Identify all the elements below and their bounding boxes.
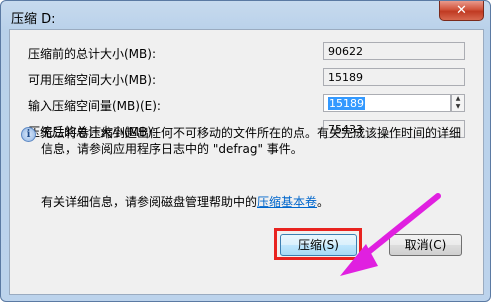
total-size-before-label: 压缩前的总计大小(MB):: [28, 47, 156, 61]
help-link-shrink-basic-volume[interactable]: 压缩基本卷: [257, 195, 317, 209]
info-message: 无法将卷压缩到超出任何不可移动的文件所在的点。有关完成该操作时间的详细信息，请参…: [41, 126, 462, 156]
close-button[interactable]: ✕: [439, 1, 484, 21]
shrink-amount-spinner[interactable]: ▲ ▼: [451, 94, 465, 112]
shrink-amount-value: 15189: [328, 97, 365, 110]
help-prefix: 有关详细信息，请参阅磁盘管理帮助中的: [41, 195, 258, 209]
total-size-before-value: 90622: [323, 42, 465, 60]
shrink-amount-row: 输入压缩空间量(MB)(E): 15189 ▲ ▼: [28, 94, 478, 114]
shrink-amount-label: 输入压缩空间量(MB)(E):: [28, 99, 161, 113]
available-space-label: 可用压缩空间大小(MB):: [28, 73, 156, 87]
compress-dialog: 压缩 D: ✕ 压缩前的总计大小(MB): 90622 可用压缩空间大小(MB)…: [0, 0, 491, 302]
close-icon: ✕: [456, 3, 467, 18]
cancel-button[interactable]: 取消(C): [389, 234, 462, 256]
info-icon: i: [21, 127, 36, 142]
spin-up-icon[interactable]: ▲: [452, 95, 464, 103]
available-space-row: 可用压缩空间大小(MB): 15189: [28, 68, 478, 88]
help-suffix: 。: [317, 195, 330, 209]
available-space-value: 15189: [323, 68, 465, 86]
shrink-amount-input[interactable]: 15189: [323, 94, 451, 112]
dialog-title: 压缩 D:: [11, 12, 56, 27]
spin-down-icon[interactable]: ▼: [452, 103, 464, 111]
help-line: 有关详细信息，请参阅磁盘管理帮助中的压缩基本卷。: [41, 193, 329, 210]
highlight-box: [274, 228, 362, 260]
total-size-before-row: 压缩前的总计大小(MB): 90622: [28, 42, 478, 62]
